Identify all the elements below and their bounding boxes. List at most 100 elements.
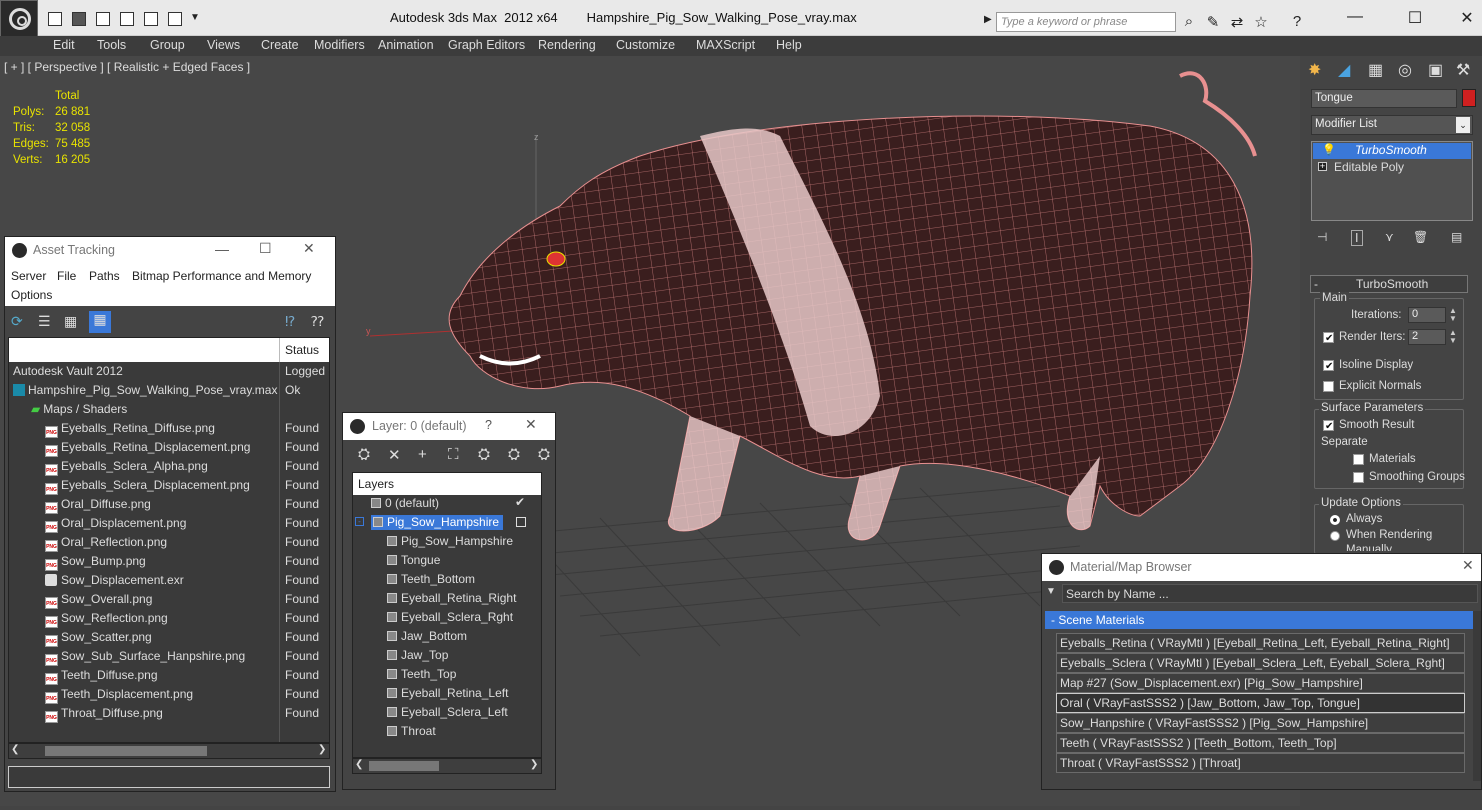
lightbulb-icon[interactable]: 💡: [1322, 143, 1336, 156]
asset-row[interactable]: Hampshire_Pig_Sow_Walking_Pose_vray.max O…: [9, 381, 329, 400]
scene-materials-group-header[interactable]: - Scene Materials: [1045, 611, 1473, 629]
layer-manager-titlebar[interactable]: Layer: 0 (default) ? ✕: [343, 413, 555, 440]
search-input[interactable]: Type a keyword or phrase: [996, 12, 1176, 32]
make-active-box-icon[interactable]: [516, 517, 526, 527]
asset-row[interactable]: PNG Sow_Sub_Surface_Hanpshire.png Found: [9, 647, 329, 666]
menu-options[interactable]: Options: [11, 288, 52, 302]
close-button[interactable]: ✕: [1462, 557, 1474, 574]
asset-row[interactable]: PNG Teeth_Diffuse.png Found: [9, 666, 329, 685]
pig-model[interactable]: [448, 71, 1257, 541]
binoculars-icon[interactable]: ⌕: [1180, 13, 1198, 30]
layer-horizontal-scrollbar[interactable]: ❮ ❯: [352, 758, 542, 774]
asset-row[interactable]: ▰ Maps / Shaders: [9, 400, 329, 419]
scroll-thumb[interactable]: [369, 761, 439, 771]
material-row[interactable]: Eyeballs_Sclera ( VRayMtl ) [Eyeball_Scl…: [1056, 653, 1465, 673]
scroll-right-icon[interactable]: ❯: [318, 744, 326, 755]
asset-row[interactable]: Autodesk Vault 2012 Logged Out: [9, 362, 329, 381]
render-iters-checkbox[interactable]: [1323, 332, 1334, 343]
favorites-star-icon[interactable]: ☆: [1252, 13, 1270, 31]
remove-modifier-icon[interactable]: 🗑: [1413, 230, 1428, 244]
stack-item-editable-poly[interactable]: Editable Poly: [1334, 160, 1404, 174]
material-row[interactable]: Eyeballs_Retina ( VRayMtl ) [Eyeball_Ret…: [1056, 633, 1465, 653]
open-file-icon[interactable]: [72, 12, 86, 26]
modifier-list-dropdown[interactable]: Modifier List ⌄: [1311, 115, 1473, 135]
material-search-input[interactable]: Search by Name ...: [1062, 584, 1478, 603]
highlight-selected-icon[interactable]: ⛭: [478, 446, 490, 463]
menu-maxscript[interactable]: MAXScript: [696, 38, 755, 52]
scroll-right-icon[interactable]: ❯: [530, 759, 538, 770]
menu-animation[interactable]: Animation: [378, 38, 434, 52]
list-view-icon[interactable]: ☰: [38, 313, 51, 330]
close-button[interactable]: ✕: [1452, 8, 1482, 28]
material-browser-titlebar[interactable]: Material/Map Browser ✕: [1042, 554, 1481, 581]
exchange-icon[interactable]: ⇄: [1228, 13, 1246, 31]
search-expand-icon[interactable]: ▶: [984, 14, 992, 25]
layer-row[interactable]: Throat: [353, 722, 541, 741]
asset-tracking-titlebar[interactable]: Asset Tracking — ☐ ✕: [5, 237, 335, 264]
close-button[interactable]: ✕: [303, 240, 315, 257]
object-color-swatch[interactable]: [1462, 89, 1476, 107]
asset-row[interactable]: PNG Throat_Diffuse.png Found: [9, 704, 329, 723]
help-question-icon[interactable]: ⁇: [311, 313, 324, 330]
layers-column-header[interactable]: Layers: [358, 477, 394, 491]
layer-row[interactable]: Eyeball_Sclera_Left: [353, 703, 541, 722]
expand-plus-icon[interactable]: +: [1318, 162, 1327, 171]
display-tab-icon[interactable]: ▣: [1428, 60, 1443, 80]
layer-collapse-icon[interactable]: -: [355, 517, 364, 526]
iterations-spinner[interactable]: 0: [1408, 307, 1446, 323]
render-iters-spinner[interactable]: 2: [1408, 329, 1446, 345]
modifier-stack[interactable]: TurboSmooth 💡 Editable Poly +: [1311, 141, 1473, 221]
menu-rendering[interactable]: Rendering: [538, 38, 596, 52]
material-row[interactable]: Throat ( VRayFastSSS2 ) [Throat]: [1056, 753, 1465, 773]
layer-row[interactable]: Eyeball_Retina_Left: [353, 684, 541, 703]
isoline-display-checkbox[interactable]: [1323, 360, 1334, 371]
scroll-thumb[interactable]: [45, 746, 207, 756]
rollout-collapse-icon[interactable]: -: [1314, 277, 1318, 291]
pin-stack-icon[interactable]: ⊣: [1317, 230, 1327, 244]
redo-icon[interactable]: [144, 12, 158, 26]
stack-item-turbosmooth[interactable]: TurboSmooth: [1313, 143, 1471, 159]
smooth-result-checkbox[interactable]: [1323, 420, 1334, 431]
menu-modifiers[interactable]: Modifiers: [314, 38, 365, 52]
update-always-radio[interactable]: [1330, 515, 1340, 525]
help-icon[interactable]: ?: [1288, 13, 1306, 30]
asset-row[interactable]: PNG Oral_Diffuse.png Found: [9, 495, 329, 514]
browser-options-icon[interactable]: ▼: [1046, 586, 1056, 597]
asset-row[interactable]: PNG Sow_Overall.png Found: [9, 590, 329, 609]
make-unique-icon[interactable]: ⋎: [1385, 230, 1394, 244]
show-end-result-icon[interactable]: Ⅰ: [1351, 230, 1363, 246]
freeze-all-icon[interactable]: ⛭: [538, 446, 550, 463]
create-tab-icon[interactable]: ✸: [1308, 60, 1321, 80]
menu-graph-editors[interactable]: Graph Editors: [448, 38, 525, 52]
quick-access-dropdown-icon[interactable]: ▼: [190, 12, 200, 23]
utilities-tab-icon[interactable]: ⚒: [1456, 60, 1470, 80]
layer-tree[interactable]: Layers 0 (default) ✔ - Pig_Sow_Hampshire Pig…: [352, 472, 542, 758]
delete-layer-icon[interactable]: ✕: [388, 446, 401, 464]
chevron-down-icon[interactable]: ⌄: [1456, 117, 1470, 133]
iterations-spinner-arrows-icon[interactable]: ▲ ▼: [1449, 307, 1457, 323]
layer-row[interactable]: Teeth_Top: [353, 665, 541, 684]
material-row[interactable]: Map #27 (Sow_Displacement.exr) [Pig_Sow_…: [1056, 673, 1465, 693]
explicit-normals-checkbox[interactable]: [1323, 381, 1334, 392]
menu-edit[interactable]: Edit: [53, 38, 75, 52]
menu-customize[interactable]: Customize: [616, 38, 675, 52]
select-objects-icon[interactable]: ⛶: [448, 446, 459, 463]
table-view-icon[interactable]: ▦: [89, 311, 111, 333]
status-column-header[interactable]: Status: [285, 343, 319, 357]
layer-row[interactable]: Jaw_Bottom: [353, 627, 541, 646]
layer-row[interactable]: Tongue: [353, 551, 541, 570]
modify-tab-icon[interactable]: ◢: [1338, 60, 1350, 80]
render-iters-spinner-arrows-icon[interactable]: ▲ ▼: [1449, 329, 1457, 345]
minimize-button[interactable]: —: [1340, 8, 1370, 26]
close-button[interactable]: ✕: [525, 416, 537, 433]
separate-materials-checkbox[interactable]: [1353, 454, 1364, 465]
object-name-field[interactable]: Tongue: [1311, 89, 1457, 108]
asset-row[interactable]: PNG Sow_Bump.png Found: [9, 552, 329, 571]
save-file-icon[interactable]: [96, 12, 110, 26]
maximize-button[interactable]: ☐: [1400, 8, 1430, 28]
active-layer-check-icon[interactable]: ✔: [515, 495, 525, 509]
asset-row[interactable]: PNG Oral_Displacement.png Found: [9, 514, 329, 533]
menu-file[interactable]: File: [57, 269, 76, 283]
hierarchy-tab-icon[interactable]: ▦: [1368, 60, 1383, 80]
asset-row[interactable]: PNG Eyeballs_Sclera_Alpha.png Found: [9, 457, 329, 476]
